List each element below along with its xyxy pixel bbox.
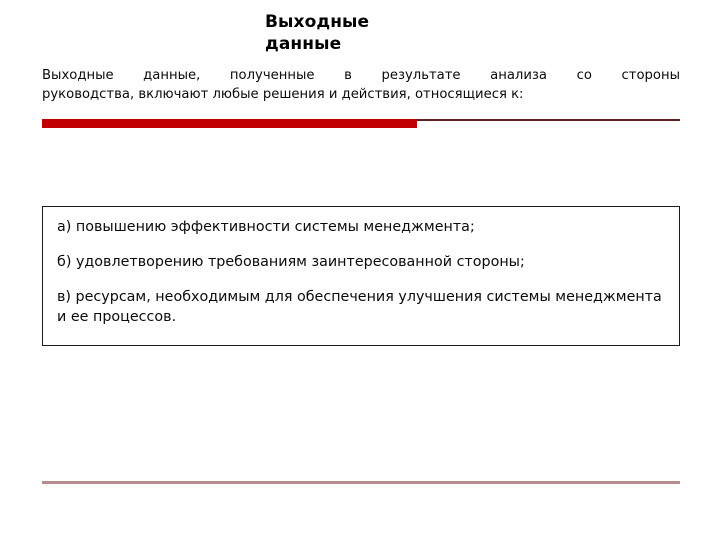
intro-paragraph-line-2: руководства, включают любые решения и де…	[42, 87, 524, 102]
page-title: Выходные данные	[265, 11, 685, 55]
bottom-rule	[42, 481, 680, 484]
outputs-list-box: а) повышению эффективности системы менед…	[42, 206, 680, 346]
page-title-line-2: данные	[265, 34, 342, 54]
outputs-list: а) повышению эффективности системы менед…	[57, 217, 667, 327]
list-item: б) удовлетворению требованиям заинтересо…	[57, 254, 525, 270]
intro-paragraph: Выходные данные, полученные в результате…	[42, 66, 680, 104]
intro-paragraph-line-1: Выходные данные, полученные в результате…	[42, 68, 680, 83]
list-item: а) повышению эффективности системы менед…	[57, 219, 475, 235]
page-title-line-1: Выходные	[265, 12, 370, 32]
list-item: в) ресурсам, необходимым для обеспечения…	[57, 289, 662, 325]
divider	[42, 119, 680, 129]
slide-canvas: Выходные данные Выходные данные, получен…	[0, 0, 720, 540]
divider-accent-bar	[42, 119, 417, 128]
